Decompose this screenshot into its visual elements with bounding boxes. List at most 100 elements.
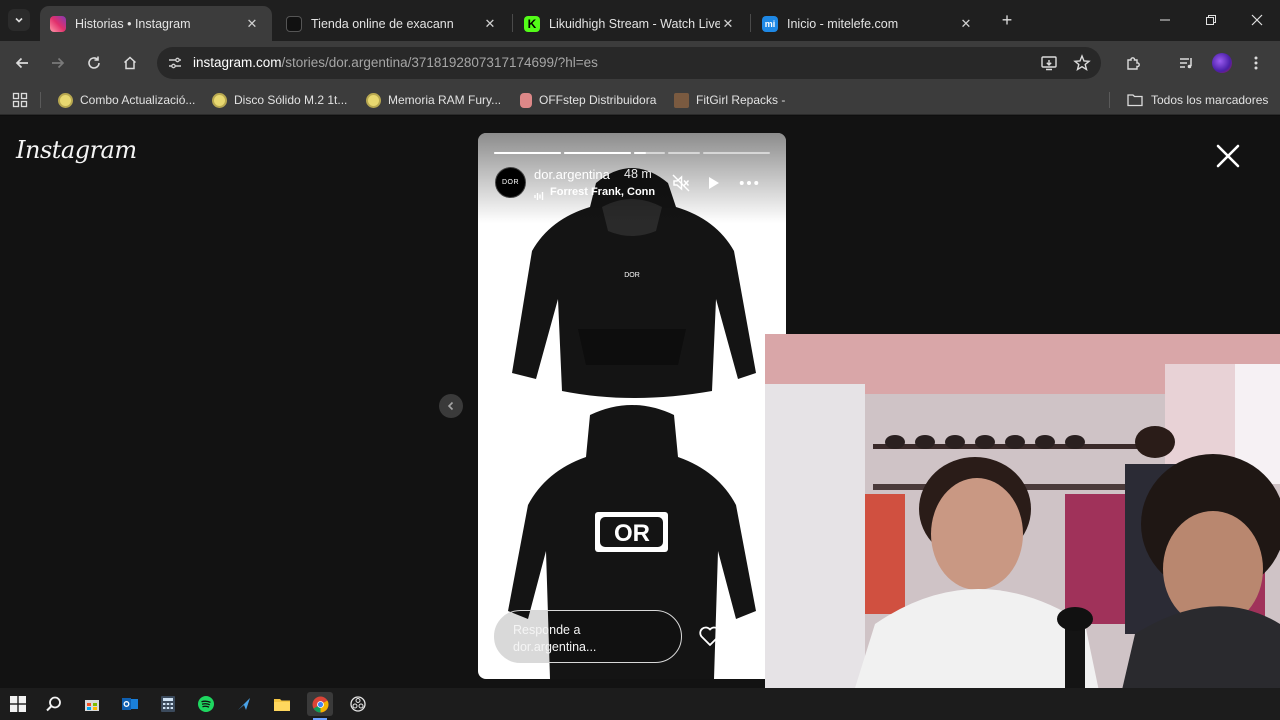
story-reply-input[interactable]: Responde a dor.argentina... [494, 610, 682, 663]
story-card[interactable]: DOR OR DOR dor.argentina 48 m Forrest Fr… [478, 133, 786, 679]
home-icon [123, 56, 137, 70]
chrome-menu-button[interactable] [1244, 51, 1268, 75]
story-progress-1 [494, 152, 561, 154]
spotify-app[interactable] [193, 692, 219, 716]
play-button[interactable] [703, 173, 723, 193]
close-tab-icon[interactable]: ✕ [720, 16, 736, 32]
windows-taskbar [0, 688, 1280, 720]
bookmarks-divider [1109, 92, 1110, 108]
tab-search-button[interactable] [8, 9, 30, 31]
calculator-icon [161, 696, 175, 712]
bookmark-offstep[interactable]: OFFstep Distribuidora [520, 92, 656, 108]
webcam-feed-image [765, 334, 1280, 720]
more-horizontal-icon [739, 181, 759, 185]
offstep-icon [520, 92, 532, 108]
bookmark-memoria[interactable]: Memoria RAM Fury... [366, 92, 501, 108]
arrow-right-icon [52, 57, 65, 69]
chevron-left-icon [447, 401, 454, 411]
close-tab-icon[interactable]: ✕ [244, 16, 260, 32]
kick-favicon-icon: K [524, 15, 540, 32]
close-icon [1251, 14, 1263, 26]
tab-mitelefe[interactable]: mi Inicio - mitelefe.com ✕ [752, 6, 986, 41]
arrow-app-icon [238, 698, 250, 710]
story-options-button[interactable] [739, 173, 759, 193]
minimize-button[interactable] [1153, 8, 1177, 32]
bookmarks-bar: Combo Actualizació... Disco Sólido M.2 1… [0, 85, 1280, 115]
bookmark-disco[interactable]: Disco Sólido M.2 1t... [212, 92, 347, 108]
bookmark-label: Memoria RAM Fury... [388, 93, 502, 107]
chrome-app[interactable] [307, 692, 333, 716]
apps-grid-icon [12, 92, 28, 108]
forward-button[interactable] [46, 51, 70, 75]
calculator-app[interactable] [155, 692, 181, 716]
tab-divider [512, 14, 513, 32]
puzzle-icon [1126, 56, 1140, 70]
fitgirl-icon [674, 92, 689, 108]
story-avatar[interactable]: DOR [495, 167, 526, 198]
store-app[interactable] [79, 692, 105, 716]
story-timestamp: 48 m [624, 167, 652, 181]
url-host: instagram.com [193, 55, 282, 70]
send-icon [738, 627, 760, 646]
instagram-favicon-icon [50, 15, 66, 32]
bookmark-star-icon[interactable] [1073, 54, 1091, 72]
address-bar[interactable]: instagram.com/stories/dor.argentina/3718… [157, 47, 1101, 79]
tab-kick-stream[interactable]: K Likuidhigh Stream - Watch Live ✕ [514, 6, 748, 41]
new-tab-button[interactable]: + [996, 9, 1018, 31]
start-button[interactable] [5, 692, 31, 716]
close-window-button[interactable] [1245, 8, 1269, 32]
home-button[interactable] [118, 51, 142, 75]
extensions-button[interactable] [1121, 51, 1145, 75]
mitelefe-favicon-icon: mi [762, 15, 778, 32]
mercadolibre-icon [58, 92, 73, 108]
restore-icon [1206, 15, 1216, 25]
plus-icon: + [1001, 9, 1013, 30]
outlook-app[interactable] [117, 692, 143, 716]
app-launcher[interactable] [231, 692, 257, 716]
file-explorer-app[interactable] [269, 692, 295, 716]
previous-story-button[interactable] [439, 394, 463, 418]
spotify-icon [198, 696, 214, 712]
close-tab-icon[interactable]: ✕ [958, 16, 974, 32]
site-info-icon[interactable] [167, 55, 183, 71]
folder-icon [1127, 94, 1143, 107]
install-app-icon[interactable] [1040, 54, 1058, 72]
bookmark-label: OFFstep Distribuidora [539, 93, 657, 107]
bookmarks-divider [40, 92, 41, 108]
tab-exacann[interactable]: Tienda online de exacann ✕ [276, 6, 510, 41]
media-queue-icon [1180, 58, 1192, 69]
tab-instagram[interactable]: Historias • Instagram ✕ [40, 6, 272, 41]
mute-button[interactable] [671, 173, 691, 193]
tab-divider [750, 14, 751, 32]
obs-app[interactable] [345, 692, 371, 716]
play-icon [709, 177, 719, 189]
close-story-button[interactable] [1214, 142, 1242, 170]
windows-logo-icon [10, 696, 26, 712]
brand-back-text: OR [614, 520, 650, 547]
share-button[interactable] [737, 625, 761, 652]
close-tab-icon[interactable]: ✕ [482, 16, 498, 32]
like-button[interactable] [698, 625, 722, 652]
story-progress-2 [564, 152, 631, 154]
store-icon [85, 700, 99, 711]
media-controls-button[interactable] [1174, 51, 1198, 75]
bookmark-fitgirl[interactable]: FitGirl Repacks - [674, 92, 785, 108]
url-text[interactable]: instagram.com/stories/dor.argentina/3718… [193, 55, 598, 70]
bookmark-label: Disco Sólido M.2 1t... [234, 93, 348, 107]
bookmark-combo[interactable]: Combo Actualizació... [58, 92, 195, 108]
reload-button[interactable] [82, 51, 106, 75]
search-icon [46, 696, 61, 712]
instagram-logo[interactable]: Instagram [16, 136, 137, 164]
back-button[interactable] [10, 51, 34, 75]
all-bookmarks-button[interactable]: Todos los marcadores [1127, 92, 1268, 108]
url-path: /stories/dor.argentina/37181928073171746… [281, 55, 598, 70]
story-music-label[interactable]: Forrest Frank, Conn [550, 186, 658, 198]
music-bars-icon [534, 188, 544, 206]
apps-button[interactable] [12, 92, 28, 113]
profile-avatar-button[interactable] [1210, 51, 1234, 75]
story-username[interactable]: dor.argentina [534, 167, 610, 182]
search-button[interactable] [41, 692, 67, 716]
browser-toolbar: instagram.com/stories/dor.argentina/3718… [0, 41, 1280, 112]
chevron-down-icon [15, 17, 23, 23]
restore-button[interactable] [1199, 8, 1223, 32]
